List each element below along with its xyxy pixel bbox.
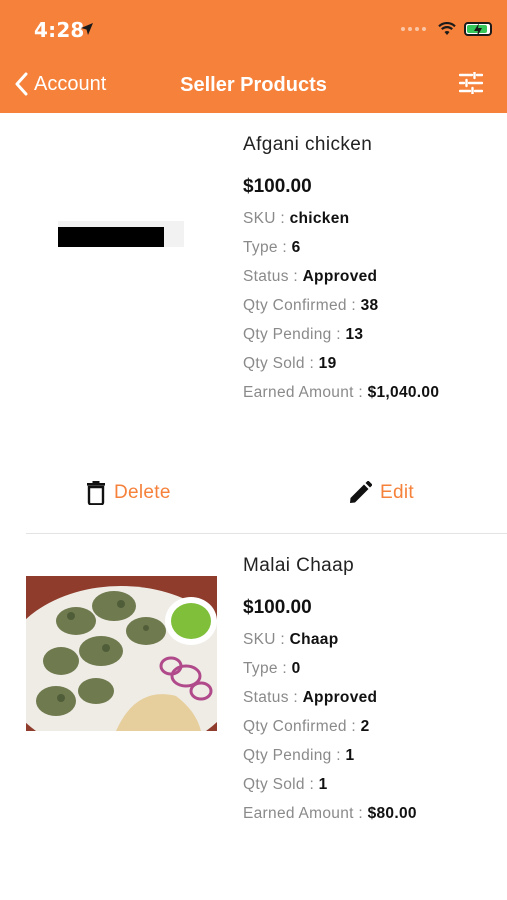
product-price: $100.00 <box>243 597 312 618</box>
edit-button[interactable]: Edit <box>348 481 414 505</box>
product-image <box>58 221 184 247</box>
earned-amount-row: Earned Amount : $80.00 <box>243 805 417 823</box>
product-name: Afgani chicken <box>243 134 373 155</box>
status-label: Status : <box>243 268 303 285</box>
qty-pending-value: 13 <box>345 326 364 343</box>
qty-sold-row: Qty Sold : 1 <box>243 776 417 794</box>
status-row: Status : Approved <box>243 268 439 286</box>
qty-sold-label: Qty Sold : <box>243 776 319 793</box>
product-card: Afgani chicken $100.00 SKU : chicken Typ… <box>0 113 507 533</box>
page-title: Seller Products <box>180 74 327 96</box>
type-value: 0 <box>291 660 301 677</box>
wifi-icon <box>438 22 456 35</box>
type-row: Type : 0 <box>243 660 417 678</box>
type-label: Type : <box>243 660 292 677</box>
earned-amount-value: $80.00 <box>367 805 417 822</box>
status-value: Approved <box>302 689 378 706</box>
status-row: Status : Approved <box>243 689 417 707</box>
type-row: Type : 6 <box>243 239 439 257</box>
sku-value: Chaap <box>289 631 339 648</box>
qty-sold-value: 19 <box>318 355 337 372</box>
app-header: 4:28 Account Seller Products <box>0 0 507 113</box>
sku-label: SKU : <box>243 210 290 227</box>
earned-amount-label: Earned Amount : <box>243 384 368 401</box>
status-indicators <box>401 22 492 36</box>
status-time: 4:28 <box>34 18 85 42</box>
type-label: Type : <box>243 239 292 256</box>
qty-pending-value: 1 <box>345 747 355 764</box>
trash-icon <box>87 481 105 505</box>
qty-confirmed-value: 38 <box>360 297 379 314</box>
qty-pending-label: Qty Pending : <box>243 326 346 343</box>
qty-sold-value: 1 <box>318 776 328 793</box>
status-value: Approved <box>302 268 378 285</box>
product-info: Malai Chaap $100.00 SKU : Chaap Type : 0… <box>243 555 417 823</box>
qty-confirmed-label: Qty Confirmed : <box>243 297 361 314</box>
filter-button[interactable] <box>458 70 484 99</box>
earned-amount-row: Earned Amount : $1,040.00 <box>243 384 439 402</box>
product-name: Malai Chaap <box>243 555 355 576</box>
delete-label: Delete <box>114 482 171 503</box>
product-price: $100.00 <box>243 176 312 197</box>
type-value: 6 <box>291 239 301 256</box>
earned-amount-value: $1,040.00 <box>367 384 440 401</box>
location-arrow-icon <box>81 23 93 35</box>
qty-confirmed-row: Qty Confirmed : 2 <box>243 718 417 736</box>
delete-button[interactable]: Delete <box>86 481 171 505</box>
pencil-icon <box>350 481 372 503</box>
edit-label: Edit <box>380 482 414 503</box>
product-image <box>26 576 217 731</box>
sku-label: SKU : <box>243 631 290 648</box>
signal-icon <box>401 27 426 31</box>
qty-sold-label: Qty Sold : <box>243 355 319 372</box>
qty-sold-row: Qty Sold : 19 <box>243 355 439 373</box>
sku-value: chicken <box>289 210 350 227</box>
sku-row: SKU : Chaap <box>243 631 417 649</box>
qty-pending-row: Qty Pending : 1 <box>243 747 417 765</box>
product-actions: Delete Edit <box>0 481 507 511</box>
qty-confirmed-row: Qty Confirmed : 38 <box>243 297 439 315</box>
qty-confirmed-value: 2 <box>360 718 370 735</box>
product-card: Malai Chaap $100.00 SKU : Chaap Type : 0… <box>0 534 507 900</box>
qty-pending-row: Qty Pending : 13 <box>243 326 439 344</box>
sku-row: SKU : chicken <box>243 210 439 228</box>
product-info: Afgani chicken $100.00 SKU : chicken Typ… <box>243 134 439 402</box>
qty-confirmed-label: Qty Confirmed : <box>243 718 361 735</box>
qty-pending-label: Qty Pending : <box>243 747 346 764</box>
battery-icon <box>464 22 492 36</box>
status-label: Status : <box>243 689 303 706</box>
sliders-icon <box>458 70 484 96</box>
earned-amount-label: Earned Amount : <box>243 805 368 822</box>
